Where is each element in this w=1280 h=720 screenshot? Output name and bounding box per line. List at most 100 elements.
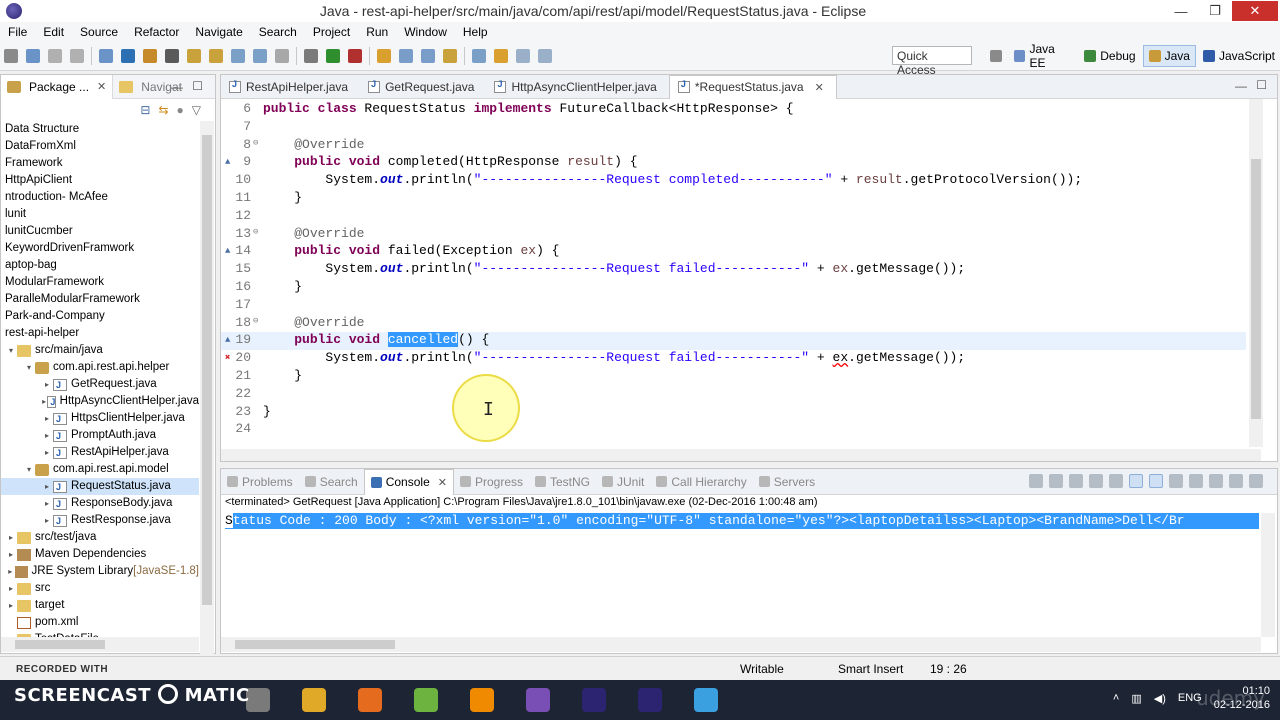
- tree-item[interactable]: ▸ src/test/java: [1, 529, 199, 546]
- code-line[interactable]: 6 public class RequestStatus implements F…: [221, 101, 1246, 119]
- console-tab-servers[interactable]: Servers: [753, 469, 821, 495]
- editor-tab[interactable]: *RequestStatus.java ✕: [668, 74, 837, 99]
- expand-arrow-icon[interactable]: ▸: [41, 410, 53, 427]
- code-area[interactable]: 6 public class RequestStatus implements F…: [221, 101, 1261, 451]
- tree-item[interactable]: rest-api-helper: [1, 325, 199, 342]
- volume-icon[interactable]: ◀): [1154, 692, 1166, 705]
- tree-item[interactable]: ▾ com.api.rest.api.model: [1, 461, 199, 478]
- editor-tab[interactable]: HttpAsyncClientHelper.java: [486, 75, 668, 99]
- taskbar-chrome[interactable]: [292, 682, 336, 718]
- editor-horizontal-scrollbar[interactable]: [221, 449, 1261, 461]
- task-icon[interactable]: [399, 48, 413, 63]
- tree-item[interactable]: lunit: [1, 206, 199, 223]
- console-tab-problems[interactable]: Problems: [221, 469, 299, 495]
- debug-icon[interactable]: [304, 48, 318, 63]
- expand-arrow-icon[interactable]: ▸: [5, 597, 17, 614]
- code-line[interactable]: 11 }: [221, 190, 1246, 208]
- open-console-icon[interactable]: [1209, 474, 1223, 488]
- terminate-icon[interactable]: [1029, 474, 1043, 488]
- tree-item[interactable]: ParalleModularFramework: [1, 291, 199, 308]
- expand-arrow-icon[interactable]: ▸: [41, 427, 53, 444]
- code-line[interactable]: 15 System.out.println("----------------R…: [221, 261, 1246, 279]
- console-tab-testng[interactable]: TestNG: [529, 469, 596, 495]
- fold-toggle-icon[interactable]: ⊖: [253, 316, 258, 326]
- expand-arrow-icon[interactable]: ▸: [41, 478, 53, 495]
- code-line[interactable]: ▲ 19 public void cancelled() {: [221, 332, 1246, 351]
- new-class-icon[interactable]: [143, 48, 157, 63]
- maximize-icon[interactable]: [1249, 474, 1263, 488]
- taskbar-editor[interactable]: [404, 682, 448, 718]
- console-horizontal-scrollbar[interactable]: [221, 637, 1261, 652]
- code-line[interactable]: 23}: [221, 404, 1246, 422]
- pin-icon[interactable]: [538, 48, 552, 63]
- tree-item[interactable]: pom.xml: [1, 614, 199, 631]
- code-line[interactable]: 24: [221, 421, 1246, 439]
- minimize-icon[interactable]: —: [171, 80, 183, 94]
- network-icon[interactable]: ▥: [1131, 692, 1141, 705]
- minimize-icon[interactable]: —: [1235, 79, 1247, 93]
- remove-launch-icon[interactable]: [1049, 474, 1063, 488]
- expand-arrow-icon[interactable]: ▸: [41, 512, 53, 529]
- tree-item[interactable]: ▸ GetRequest.java: [1, 376, 199, 394]
- expand-arrow-icon[interactable]: ▸: [5, 580, 17, 597]
- view-menu-icon[interactable]: ▽: [192, 103, 201, 117]
- quick-access-input[interactable]: Quick Access: [892, 46, 972, 77]
- taskbar-firefox[interactable]: [348, 682, 392, 718]
- code-line[interactable]: 10 System.out.println("----------------R…: [221, 172, 1246, 190]
- pin-console-icon[interactable]: [1169, 474, 1183, 488]
- tree-item[interactable]: KeywordDrivenFramwork: [1, 240, 199, 257]
- search-icon[interactable]: [209, 48, 223, 63]
- code-line[interactable]: 21 }: [221, 368, 1246, 386]
- show-whitespace-icon[interactable]: [275, 48, 289, 63]
- expand-arrow-icon[interactable]: ▸: [5, 546, 17, 563]
- close-icon[interactable]: ✕: [97, 80, 106, 93]
- tree-item[interactable]: ▸ target: [1, 597, 199, 614]
- menu-source[interactable]: Source: [72, 25, 126, 39]
- block-selection-icon[interactable]: [253, 48, 267, 63]
- console-tab-console[interactable]: Console ✕: [363, 468, 454, 495]
- console-vertical-scrollbar[interactable]: [1261, 513, 1275, 637]
- taskbar-vlc[interactable]: [460, 682, 504, 718]
- perspective-debug[interactable]: Debug: [1079, 45, 1140, 67]
- menu-run[interactable]: Run: [358, 25, 396, 39]
- open-type-icon[interactable]: [187, 48, 201, 63]
- tree-item[interactable]: ▸ JRE System Library [JavaSE-1.8]: [1, 563, 199, 580]
- remove-all-icon[interactable]: [1069, 474, 1083, 488]
- menu-edit[interactable]: Edit: [35, 25, 72, 39]
- open-perspective-icon[interactable]: [985, 45, 1007, 67]
- tree-horizontal-scrollbar[interactable]: [1, 637, 199, 652]
- taskbar-eclipse[interactable]: [572, 682, 616, 718]
- tree-item[interactable]: ▸HttpAsyncClientHelper.java: [1, 393, 199, 411]
- clock[interactable]: 01:10 02-12-2016: [1214, 684, 1270, 712]
- expand-arrow-icon[interactable]: ▸: [41, 376, 53, 393]
- code-line[interactable]: 16 }: [221, 279, 1246, 297]
- next-annotation-icon[interactable]: [421, 48, 435, 63]
- show-stderr-icon[interactable]: [1149, 474, 1163, 488]
- taskbar-visual-studio[interactable]: [516, 682, 560, 718]
- perspective-java-ee[interactable]: Java EE: [1009, 42, 1077, 70]
- code-line[interactable]: ✖ 20 System.out.println("----------------…: [221, 350, 1246, 368]
- link-editor-icon[interactable]: ⇆: [158, 103, 168, 117]
- code-line[interactable]: 7: [221, 119, 1246, 137]
- tree-item[interactable]: Framework: [1, 155, 199, 172]
- maximize-icon[interactable]: ☐: [192, 79, 203, 93]
- chevron-up-icon[interactable]: ˄: [1113, 692, 1119, 704]
- save-icon[interactable]: [26, 48, 40, 63]
- fold-toggle-icon[interactable]: ⊖: [253, 227, 258, 237]
- run-icon[interactable]: [326, 48, 340, 63]
- tree-item[interactable]: lunitCucmber: [1, 223, 199, 240]
- forward-icon[interactable]: [516, 48, 530, 63]
- code-line[interactable]: ▲ 9 public void completed(HttpResponse re…: [221, 154, 1246, 172]
- save-all-icon[interactable]: [48, 48, 62, 63]
- menu-window[interactable]: Window: [396, 25, 455, 39]
- back-icon[interactable]: [494, 48, 508, 63]
- tree-item[interactable]: ▸ RestApiHelper.java: [1, 444, 199, 462]
- display-console-icon[interactable]: [1189, 474, 1203, 488]
- menu-search[interactable]: Search: [251, 25, 305, 39]
- tree-item[interactable]: ▸ RequestStatus.java: [1, 478, 199, 496]
- tree-item[interactable]: ▾ src/main/java: [1, 342, 199, 359]
- restore-button[interactable]: ❐: [1198, 0, 1232, 22]
- close-icon[interactable]: ✕: [815, 81, 824, 94]
- mark-occurrences-icon[interactable]: [231, 48, 245, 63]
- focus-icon[interactable]: ●: [177, 103, 184, 117]
